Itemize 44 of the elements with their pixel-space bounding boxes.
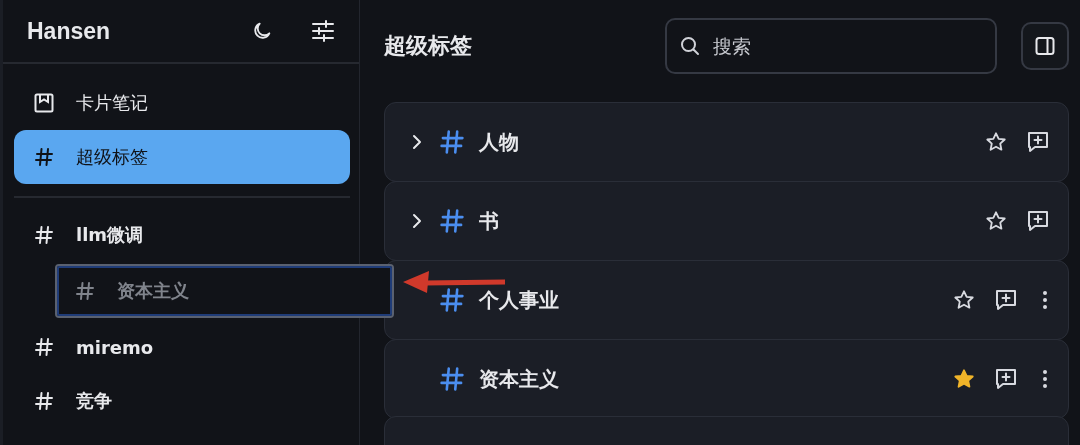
sidebar-panel-icon <box>1035 36 1055 56</box>
moon-icon[interactable] <box>251 20 273 42</box>
sidebar-item[interactable]: llm微调 <box>14 208 350 262</box>
search-icon <box>680 36 700 56</box>
tag-label: 人物 <box>479 128 520 156</box>
hash-icon <box>34 147 54 167</box>
sidebar-item[interactable]: 竞争 <box>14 374 350 428</box>
add-comment-icon[interactable] <box>994 289 1018 311</box>
add-comment-icon[interactable] <box>1026 210 1050 232</box>
add-comment-icon[interactable] <box>1026 131 1050 153</box>
hash-icon <box>439 287 465 313</box>
chevron-right-icon[interactable] <box>411 134 423 150</box>
sidebar-item[interactable]: 卡片笔记 <box>14 76 350 130</box>
add-comment-icon[interactable] <box>994 368 1018 390</box>
more-icon[interactable] <box>1042 290 1048 310</box>
sidebar-item[interactable]: miremo <box>14 320 350 374</box>
hash-icon <box>75 281 95 301</box>
tag-label: 书 <box>479 207 500 235</box>
hash-icon <box>439 366 465 392</box>
tag-card[interactable]: 书 <box>384 181 1069 261</box>
panel-toggle-button[interactable] <box>1021 22 1069 70</box>
tag-card[interactable]: 人物 <box>384 102 1069 182</box>
hash-icon <box>34 225 54 245</box>
sidebar-item[interactable]: 超级标签 <box>14 130 350 184</box>
page-title: 超级标签 <box>384 32 473 60</box>
tag-card[interactable]: 资本主义 <box>384 339 1069 419</box>
chevron-right-icon[interactable] <box>411 213 423 229</box>
star-icon[interactable] <box>953 368 975 390</box>
more-icon[interactable] <box>1042 369 1048 389</box>
hash-icon <box>34 391 54 411</box>
dragged-tag-item[interactable]: 资本主义 <box>55 264 394 318</box>
search-field[interactable]: 搜索 <box>665 18 997 74</box>
hash-icon <box>34 337 54 357</box>
star-icon[interactable] <box>985 131 1007 153</box>
tag-card[interactable]: 个人事业 <box>384 260 1069 340</box>
star-icon[interactable] <box>953 289 975 311</box>
hash-icon <box>439 208 465 234</box>
star-icon[interactable] <box>985 210 1007 232</box>
app-title: Hansen <box>27 17 112 45</box>
bookmark-icon <box>34 93 54 113</box>
settings-icon[interactable] <box>311 20 335 42</box>
hash-icon <box>439 129 465 155</box>
tag-label: 资本主义 <box>479 365 560 393</box>
tag-label: 个人事业 <box>479 286 560 314</box>
